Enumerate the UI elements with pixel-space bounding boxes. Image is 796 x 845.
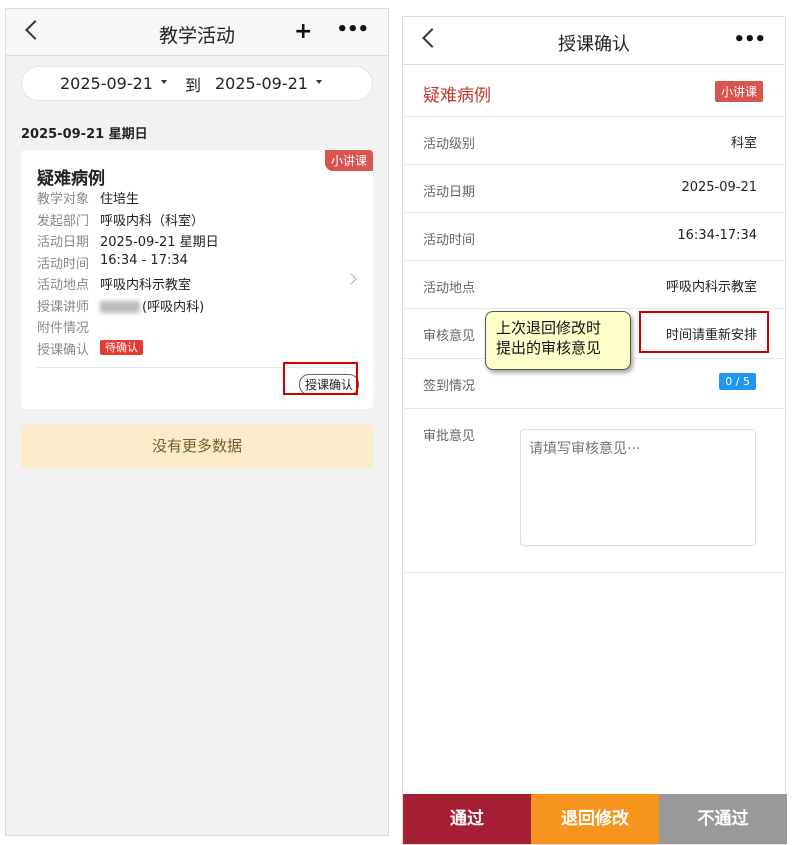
date-to-label: 到 (184, 75, 201, 95)
add-icon[interactable]: + (294, 19, 312, 44)
card-row: 附件情况 (37, 317, 219, 339)
return-button[interactable]: 退回修改 (531, 794, 659, 844)
field-label: 审核意见 (423, 329, 476, 344)
pending-badge: 待确认 (100, 339, 143, 355)
more-icon[interactable]: ••• (336, 19, 369, 40)
card-row: 活动地点 呼吸内科示教室 (37, 274, 219, 296)
row-value: 16:34 - 17:34 (100, 252, 188, 268)
approval-section: 审批意见 (403, 408, 787, 573)
callout-line: 上次退回修改时 (496, 319, 602, 337)
row-label: 授课讲师 (37, 299, 90, 315)
teaching-confirm-screen: 授课确认 ••• 疑难病例 小讲课 活动级别 科室 活动日期 2025-09-2… (402, 16, 787, 845)
row-label: 发起部门 (37, 213, 90, 229)
card-title: 疑难病例 (37, 169, 105, 189)
action-bar: 通过 退回修改 不通过 (403, 794, 787, 844)
caret-down-icon (315, 79, 322, 84)
page-title: 教学活动 (158, 25, 235, 47)
field-row: 活动级别 科室 (403, 116, 787, 164)
card-row: 活动时间 16:34 - 17:34 (37, 253, 219, 275)
field-row: 活动时间 16:34-17:34 (403, 212, 787, 260)
row-label: 活动地点 (37, 278, 90, 293)
date-to[interactable]: 2025-09-21 (215, 74, 308, 93)
field-row: 活动日期 2025-09-21 (403, 164, 787, 212)
field-value: 2025-09-21 (681, 180, 757, 195)
activity-list-screen: 教学活动 + ••• 2025-09-21 到 2025-09-21 2025-… (5, 8, 389, 836)
field-label: 审批意见 (423, 429, 476, 444)
field-label: 活动时间 (423, 233, 476, 248)
row-label: 活动日期 (37, 235, 90, 250)
card-row: 活动日期 2025-09-21 星期日 (37, 231, 219, 253)
row-label: 活动时间 (37, 256, 90, 272)
page-title: 授课确认 (558, 34, 630, 55)
field-value: 呼吸内科示教室 (665, 280, 757, 295)
activity-title: 疑难病例 (423, 86, 491, 106)
field-label: 活动地点 (423, 281, 476, 296)
row-value: 呼吸内科（科室） (100, 213, 205, 229)
header: 教学活动 + ••• (6, 9, 388, 56)
card-row: 教学对象 住培生 (37, 188, 219, 210)
field-label: 签到情况 (423, 379, 476, 394)
reject-button[interactable]: 不通过 (659, 794, 787, 844)
callout-line: 提出的审核意见 (496, 339, 602, 357)
highlight-box (639, 311, 769, 353)
row-value: 住培生 (100, 192, 140, 207)
type-tag: 小讲课 (714, 81, 763, 102)
row-label: 教学对象 (37, 192, 90, 207)
row-label: 授课确认 (37, 342, 90, 358)
approval-input[interactable] (520, 429, 756, 546)
more-icon[interactable]: ••• (733, 29, 766, 50)
header: 授课确认 ••• (403, 17, 785, 65)
no-more-data: 没有更多数据 (21, 425, 373, 468)
card-row: 发起部门 呼吸内科（科室） (37, 210, 219, 232)
caret-down-icon (160, 79, 167, 84)
row-value: 呼吸内科示教室 (100, 278, 192, 293)
blurred-name (100, 301, 140, 313)
annotation-callout: 上次退回修改时 提出的审核意见 (485, 311, 631, 370)
field-label: 活动日期 (423, 185, 476, 200)
highlight-box (283, 362, 358, 395)
date-from[interactable]: 2025-09-21 (60, 74, 153, 93)
type-tag: 小讲课 (324, 150, 373, 171)
row-label: 附件情况 (37, 321, 90, 336)
field-row: 活动地点 呼吸内科示教室 (403, 260, 787, 308)
field-label: 活动级别 (423, 137, 476, 152)
row-value: (呼吸内科) (142, 299, 205, 315)
field-value: 科室 (730, 136, 757, 151)
date-range-picker: 2025-09-21 到 2025-09-21 (21, 66, 373, 101)
card-row: 授课讲师 (呼吸内科) (37, 296, 219, 318)
row-value: 2025-09-21 星期日 (100, 235, 219, 250)
chevron-right-icon (345, 273, 357, 285)
card-row: 授课确认 待确认 (37, 339, 219, 361)
pass-button[interactable]: 通过 (403, 794, 531, 844)
field-value: 16:34-17:34 (677, 228, 757, 243)
day-header: 2025-09-21 星期日 (21, 127, 148, 142)
signin-count-badge[interactable]: 0 / 5 (719, 373, 756, 390)
